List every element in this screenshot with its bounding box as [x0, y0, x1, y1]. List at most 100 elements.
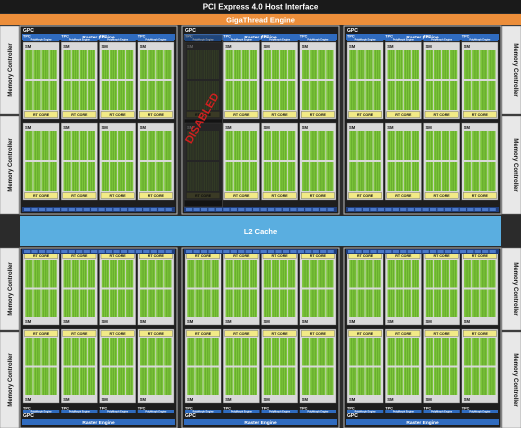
- rt-core-label: RT CORE: [272, 254, 289, 258]
- sm-label: SM: [63, 319, 70, 324]
- sm-block: SM RT CORE: [22, 122, 60, 201]
- tpc: TPCPolyMorph EngineSMRT CORESMRT CORE: [137, 250, 175, 414]
- connector-cell: [489, 250, 496, 253]
- connector-cell: [208, 208, 215, 211]
- rt-core-label: RT CORE: [71, 194, 88, 198]
- connector-cell: [150, 250, 157, 253]
- sm-label: SM: [464, 44, 471, 49]
- sm-label: SM: [464, 125, 471, 130]
- connector-cell: [158, 250, 165, 253]
- connector-cell: [98, 250, 105, 253]
- rt-core-label: RT CORE: [310, 254, 327, 258]
- connector-cell: [474, 250, 481, 253]
- connector-cell: [275, 250, 282, 253]
- connector-cell: [186, 250, 193, 253]
- polymorph-engine-label: PolyMorph Engine: [355, 39, 377, 42]
- sm-block: SM RT CORE: [61, 41, 98, 120]
- rt-core-label: RT CORE: [71, 254, 88, 258]
- tpc: TPCPolyMorph EngineSMRT CORESMRT CORE: [461, 250, 499, 414]
- connector-cell: [320, 250, 327, 253]
- rt-core-label: RT CORE: [195, 332, 212, 336]
- connector-cell: [385, 250, 392, 253]
- connector-cell: [282, 250, 290, 253]
- connector-cell: [53, 208, 61, 211]
- connector-cell: [467, 250, 474, 253]
- rt-core-label: RT CORE: [233, 113, 250, 117]
- connector-cell: [113, 208, 120, 211]
- connector-cell: [305, 208, 312, 211]
- rt-core-label: RT CORE: [272, 113, 289, 117]
- connector-cell: [128, 250, 135, 253]
- connector-cell: [238, 250, 245, 253]
- connector-cell: [320, 208, 327, 211]
- gpc-label: GPC: [23, 413, 34, 419]
- rt-core-label: RT CORE: [395, 194, 412, 198]
- connector-cell: [165, 208, 172, 211]
- connector-cell: [165, 250, 172, 253]
- tpc: TPCPolyMorph EngineSMRT CORESMRT CORE: [385, 250, 422, 414]
- connector-cell: [135, 250, 142, 253]
- connector-cell: [253, 208, 260, 211]
- polymorph-engine-label: PolyMorph Engine: [145, 39, 167, 42]
- rt-core-label: RT CORE: [357, 113, 374, 117]
- gpc-label: GPC: [347, 28, 358, 34]
- gpc: GPCRaster EngineTPCPolyMorph EngineSMRT …: [343, 247, 502, 428]
- sm-label: SM: [426, 397, 433, 402]
- rt-core-label: RT CORE: [110, 254, 127, 258]
- polymorph-engine-label: PolyMorph Engine: [193, 411, 215, 414]
- tpc: TPCPolyMorph EngineSMRT CORESMRT CORE: [223, 250, 260, 414]
- connector-cell: [489, 208, 496, 211]
- rt-core-label: RT CORE: [395, 113, 412, 117]
- connector-cell: [46, 208, 53, 211]
- sm-label: SM: [225, 319, 232, 324]
- connector-cell: [362, 250, 370, 253]
- sm-label: SM: [140, 125, 147, 130]
- rt-core-label: RT CORE: [434, 194, 451, 198]
- connector-cell: [474, 208, 481, 211]
- connector-cell: [267, 208, 275, 211]
- sm-label: SM: [25, 397, 32, 402]
- rt-core-label: RT CORE: [434, 332, 451, 336]
- sm-block: SM RT CORE: [61, 328, 98, 404]
- sm-label: SM: [102, 44, 109, 49]
- connector-cell: [135, 208, 142, 211]
- rt-core-label: RT CORE: [148, 113, 165, 117]
- rt-core-label: RT CORE: [310, 332, 327, 336]
- sm-label: SM: [264, 319, 271, 324]
- tpc: TPCPolyMorph EngineSMRT CORESMRT CORE: [99, 35, 136, 201]
- sm-label: SM: [25, 125, 32, 130]
- sm-block: SM RT CORE: [346, 41, 384, 120]
- connector-cell: [422, 250, 429, 253]
- gpu-block-diagram: PCI Express 4.0 Host Interface GigaThrea…: [0, 0, 521, 428]
- sm-label: SM: [187, 319, 194, 324]
- memory-controller-right-lower: Memory Controller: [501, 247, 521, 331]
- connector-cell: [253, 250, 260, 253]
- connector-cell: [385, 208, 392, 211]
- gpc-label: GPC: [23, 28, 34, 34]
- polymorph-engine-label: PolyMorph Engine: [69, 39, 91, 42]
- connector-cell: [230, 208, 237, 211]
- polymorph-engine-label: PolyMorph Engine: [31, 411, 53, 414]
- sm-block: SM RT CORE: [22, 41, 60, 120]
- tpc: TPCPolyMorph EngineSMRT CORESMRT CORE: [423, 35, 460, 201]
- sm-block: SM RT CORE: [261, 41, 298, 120]
- polymorph-engine-label: PolyMorph Engine: [269, 39, 291, 42]
- connector-cell: [76, 250, 83, 253]
- sm-label: SM: [387, 319, 394, 324]
- sm-block: SM RT CORE: [137, 328, 175, 404]
- connector-cell: [105, 208, 113, 211]
- sm-label: SM: [302, 44, 309, 49]
- connector-cell: [400, 250, 407, 253]
- sm-block: SM RT CORE: [461, 328, 499, 404]
- sm-label: SM: [302, 125, 309, 130]
- sm-block: SM RT CORE: [61, 122, 98, 201]
- connector-cell: [113, 250, 120, 253]
- rt-core-label: RT CORE: [357, 254, 374, 258]
- sm-block: SM RT CORE: [261, 122, 298, 201]
- sm-label: SM: [464, 319, 471, 324]
- polymorph-engine-label: PolyMorph Engine: [431, 411, 453, 414]
- sm-label: SM: [264, 125, 271, 130]
- connector-cell: [223, 208, 230, 211]
- sm-label: SM: [140, 44, 147, 49]
- connector-cell: [290, 250, 297, 253]
